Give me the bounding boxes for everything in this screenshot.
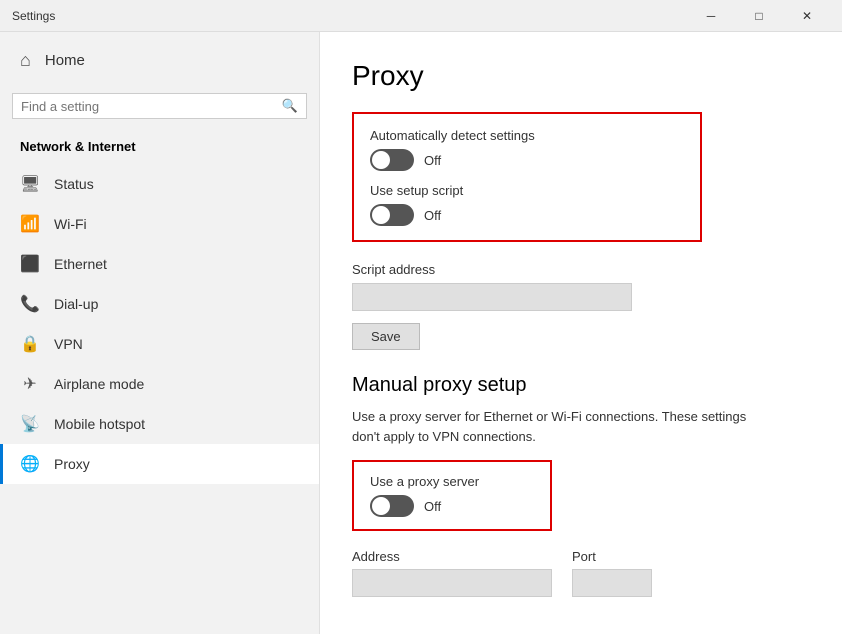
sidebar-item-label-ethernet: Ethernet — [54, 256, 107, 272]
search-icon[interactable]: 🔍 — [282, 98, 298, 114]
use-proxy-label: Use a proxy server — [370, 474, 534, 489]
sidebar-item-label-status: Status — [54, 176, 94, 192]
sidebar-item-hotspot[interactable]: 📡 Mobile hotspot — [0, 404, 319, 444]
sidebar-item-label-proxy: Proxy — [54, 456, 90, 472]
setup-script-toggle-row: Off — [370, 204, 684, 226]
sidebar-item-ethernet[interactable]: ⬛ Ethernet — [0, 244, 319, 284]
sidebar: ⌂ Home 🔍 Network & Internet 🖥 Status 📶 W… — [0, 32, 320, 634]
use-proxy-state: Off — [424, 499, 441, 514]
app-title: Settings — [12, 9, 55, 23]
hotspot-icon: 📡 — [20, 414, 40, 434]
sidebar-item-status[interactable]: 🖥 Status — [0, 164, 319, 204]
proxy-icon: 🌐 — [20, 454, 40, 474]
use-proxy-toggle[interactable] — [370, 495, 414, 517]
use-proxy-section: Use a proxy server Off — [352, 460, 552, 531]
auto-detect-label: Automatically detect settings — [370, 128, 684, 143]
status-icon: 🖥 — [20, 174, 40, 194]
sidebar-item-dialup[interactable]: 📞 Dial-up — [0, 284, 319, 324]
address-label: Address — [352, 549, 552, 564]
wifi-icon: 📶 — [20, 214, 40, 234]
sidebar-item-label-dialup: Dial-up — [54, 296, 98, 312]
sidebar-item-home[interactable]: ⌂ Home — [0, 32, 319, 89]
auto-detect-toggle[interactable] — [370, 149, 414, 171]
script-address-label: Script address — [352, 262, 810, 277]
port-group: Port — [572, 549, 652, 597]
sidebar-item-airplane[interactable]: ✈ Airplane mode — [0, 364, 319, 404]
page-title: Proxy — [352, 60, 810, 92]
sidebar-item-wifi[interactable]: 📶 Wi-Fi — [0, 204, 319, 244]
content-area: Proxy Automatically detect settings Off … — [320, 32, 842, 634]
sidebar-item-vpn[interactable]: 🔒 VPN — [0, 324, 319, 364]
manual-proxy-desc: Use a proxy server for Ethernet or Wi-Fi… — [352, 407, 772, 446]
vpn-icon: 🔒 — [20, 334, 40, 354]
manual-proxy-title: Manual proxy setup — [352, 374, 810, 397]
search-box[interactable]: 🔍 — [12, 93, 307, 119]
address-port-row: Address Port — [352, 549, 810, 597]
port-input[interactable] — [572, 569, 652, 597]
app-body: ⌂ Home 🔍 Network & Internet 🖥 Status 📶 W… — [0, 32, 842, 634]
address-input[interactable] — [352, 569, 552, 597]
port-label: Port — [572, 549, 652, 564]
sidebar-item-label-airplane: Airplane mode — [54, 376, 144, 392]
save-button[interactable]: Save — [352, 323, 420, 350]
setup-script-label: Use setup script — [370, 183, 684, 198]
maximize-button[interactable]: □ — [736, 0, 782, 32]
sidebar-section-title: Network & Internet — [0, 131, 319, 164]
ethernet-icon: ⬛ — [20, 254, 40, 274]
search-input[interactable] — [21, 99, 282, 114]
home-icon: ⌂ — [20, 50, 31, 71]
airplane-icon: ✈ — [20, 374, 40, 394]
automatic-proxy-section: Automatically detect settings Off Use se… — [352, 112, 702, 242]
window-controls: ─ □ ✕ — [688, 0, 830, 32]
address-group: Address — [352, 549, 552, 597]
use-proxy-toggle-row: Off — [370, 495, 534, 517]
minimize-button[interactable]: ─ — [688, 0, 734, 32]
setup-script-state: Off — [424, 208, 441, 223]
close-button[interactable]: ✕ — [784, 0, 830, 32]
sidebar-item-label-hotspot: Mobile hotspot — [54, 416, 145, 432]
titlebar: Settings ─ □ ✕ — [0, 0, 842, 32]
sidebar-item-label-wifi: Wi-Fi — [54, 216, 87, 232]
dialup-icon: 📞 — [20, 294, 40, 314]
sidebar-item-proxy[interactable]: 🌐 Proxy — [0, 444, 319, 484]
auto-detect-state: Off — [424, 153, 441, 168]
script-address-input[interactable] — [352, 283, 632, 311]
setup-script-toggle[interactable] — [370, 204, 414, 226]
home-label: Home — [45, 52, 85, 69]
auto-detect-toggle-row: Off — [370, 149, 684, 171]
sidebar-item-label-vpn: VPN — [54, 336, 83, 352]
